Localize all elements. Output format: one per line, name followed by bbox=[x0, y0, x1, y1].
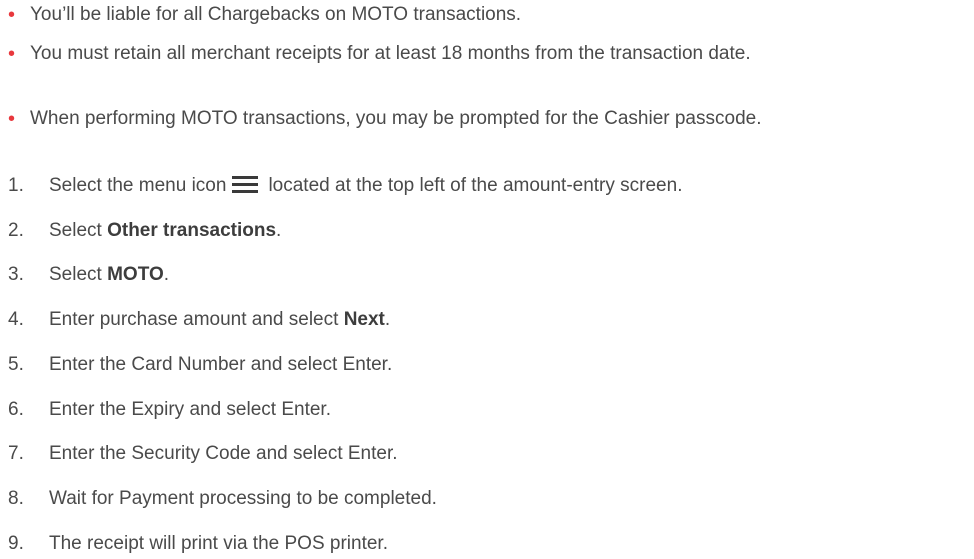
bullet-item: • You’ll be liable for all Chargebacks o… bbox=[8, 1, 960, 29]
step-text: Enter the Security Code and select Enter… bbox=[49, 443, 398, 464]
hamburger-menu-icon bbox=[232, 175, 259, 194]
bullet-marker: • bbox=[8, 43, 16, 65]
step-text-before: Enter purchase amount and select bbox=[49, 309, 344, 330]
bullet-marker: • bbox=[8, 4, 16, 26]
step-text: Select the menu icon located at the top l… bbox=[49, 171, 682, 201]
step-number: 1. bbox=[8, 175, 24, 196]
step-text: Enter the Card Number and select Enter. bbox=[49, 354, 393, 375]
step-text-after: . bbox=[384, 309, 391, 330]
step-number: 7. bbox=[8, 443, 24, 464]
step-text: Select Other transactions. bbox=[49, 216, 281, 246]
step-number: 3. bbox=[8, 264, 24, 285]
step-text-before: Select bbox=[49, 220, 108, 241]
step-number: 8. bbox=[8, 488, 24, 509]
step-text: Enter purchase amount and select Next. bbox=[49, 305, 390, 335]
step-text: Select MOTO. bbox=[49, 260, 169, 290]
bullet-text: When performing MOTO transactions, you m… bbox=[30, 108, 762, 129]
step-text-before: Select the menu icon bbox=[49, 175, 227, 196]
step-number: 5. bbox=[8, 354, 24, 375]
step-text-bold: MOTO bbox=[107, 264, 164, 285]
step-text-after: . bbox=[276, 220, 282, 241]
step-number: 2. bbox=[8, 220, 24, 241]
bullet-text: You must retain all merchant receipts fo… bbox=[30, 43, 751, 64]
step-text: Wait for Payment processing to be comple… bbox=[49, 488, 437, 509]
step-text-bold: Other transactions bbox=[107, 220, 277, 241]
step-number: 4. bbox=[8, 309, 24, 330]
bullet-text: You’ll be liable for all Chargebacks on … bbox=[30, 4, 522, 25]
step-text: Enter the Expiry and select Enter. bbox=[49, 399, 331, 420]
step-number: 6. bbox=[8, 399, 24, 420]
step-text-before: Select bbox=[49, 264, 108, 285]
bullet-marker: • bbox=[8, 108, 16, 130]
step-text-after: . bbox=[163, 264, 170, 285]
bullet-item: • When performing MOTO transactions, you… bbox=[8, 105, 960, 133]
step-text-after: located at the top left of the amount-en… bbox=[268, 175, 683, 196]
bullet-item: • You must retain all merchant receipts … bbox=[8, 40, 790, 68]
document-page: • You’ll be liable for all Chargebacks o… bbox=[0, 0, 974, 555]
step-text-bold: Next bbox=[343, 309, 385, 330]
